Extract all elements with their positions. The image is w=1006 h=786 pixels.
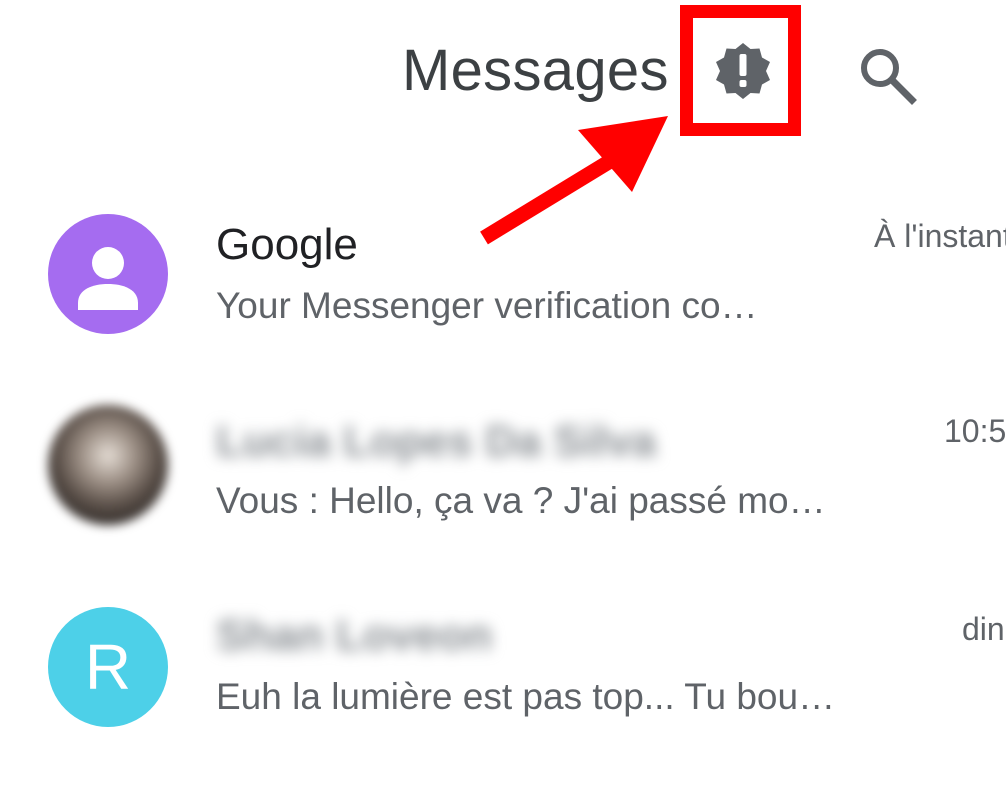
avatar	[48, 214, 168, 334]
conversation-snippet: Vous : Hello, ça va ? J'ai passé mo…	[216, 480, 826, 521]
conversation-name: Google	[216, 220, 358, 269]
search-icon[interactable]	[852, 40, 920, 108]
messages-screen: Messages Google Your Messenger verificat…	[0, 0, 1006, 786]
conversation-row[interactable]: Google Your Messenger verification co… À…	[0, 190, 1006, 370]
conversation-row[interactable]: R Shan Loveon Euh la lumière est pas top…	[0, 585, 1006, 765]
conversation-time: À l'instant	[874, 218, 1006, 254]
person-icon	[78, 247, 138, 310]
conversation-time: 10:5	[944, 413, 1006, 449]
app-title: Messages	[402, 38, 669, 103]
alert-badge-icon[interactable]	[710, 38, 776, 104]
conversation-row[interactable]: Lucia Lopes Da Silva Vous : Hello, ça va…	[0, 385, 1006, 565]
conversation-snippet: Your Messenger verification co…	[216, 285, 758, 326]
avatar: R	[48, 607, 168, 727]
conversation-time: din	[962, 611, 1005, 647]
avatar	[48, 405, 168, 525]
conversation-snippet: Euh la lumière est pas top... Tu bou…	[216, 676, 836, 717]
conversation-name: Lucia Lopes Da Silva	[216, 417, 657, 466]
conversation-name: Shan Loveon	[216, 611, 493, 660]
